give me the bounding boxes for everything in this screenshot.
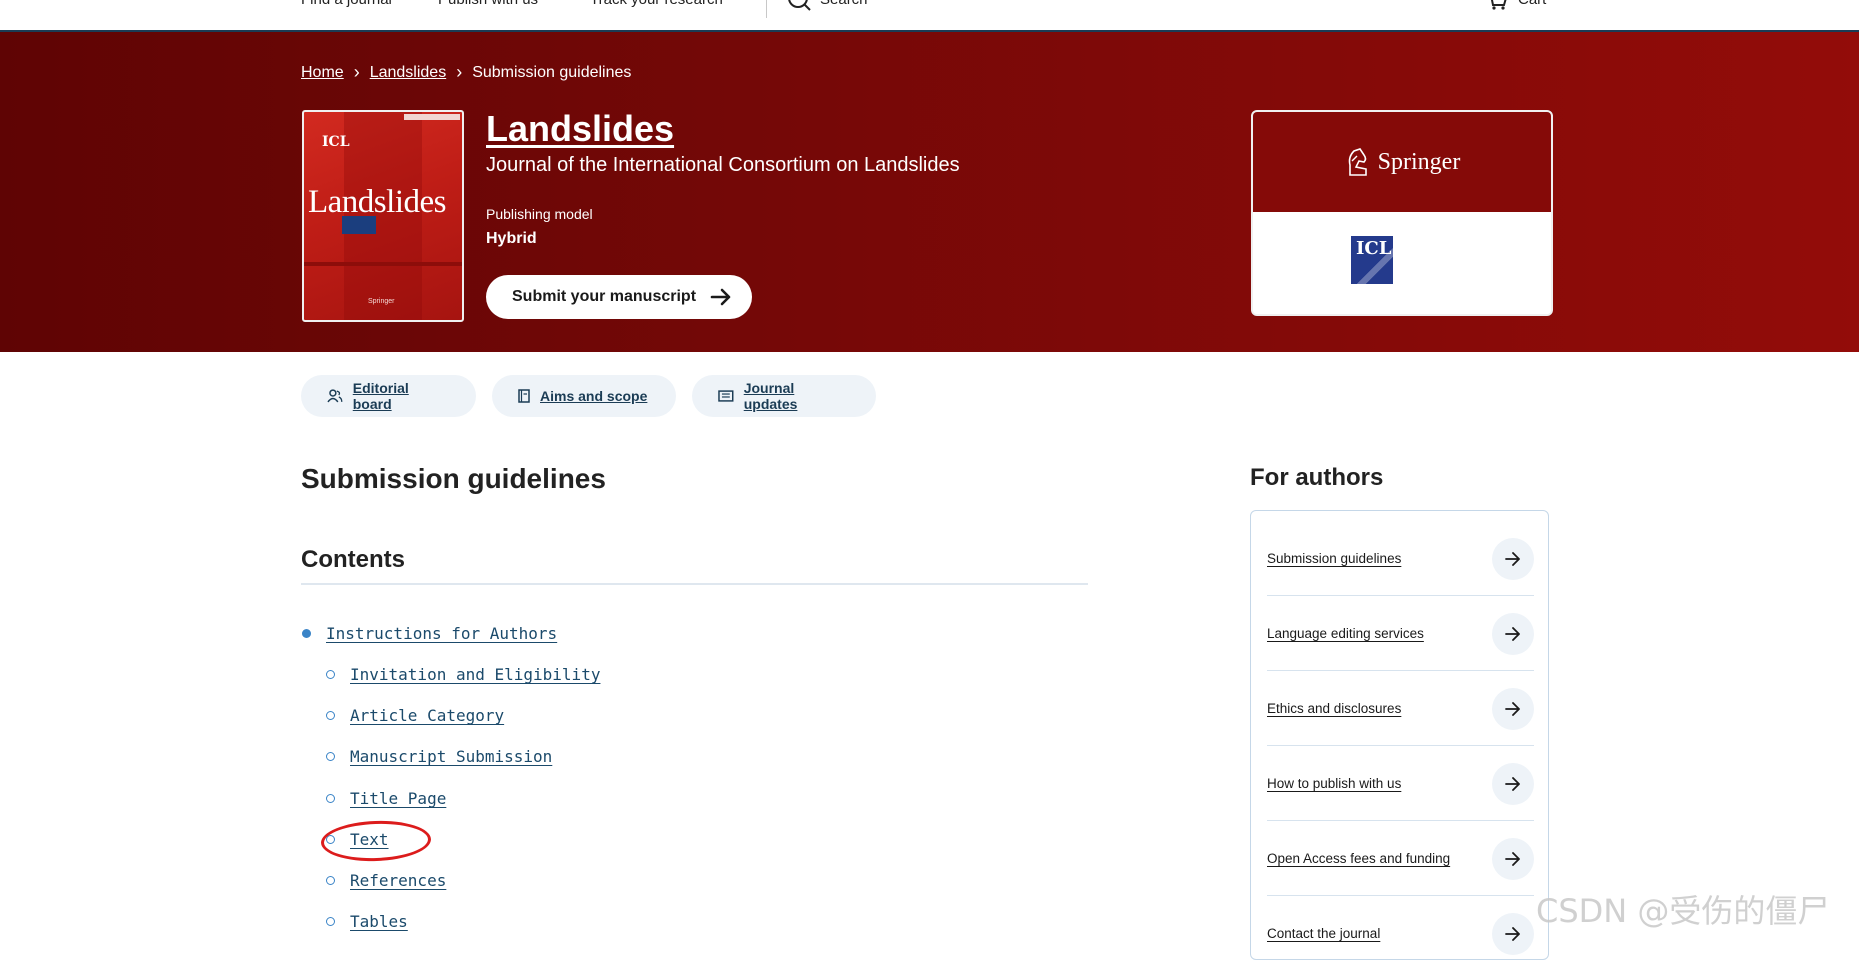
icl-logo: ICL — [1351, 236, 1393, 284]
nav-search[interactable]: Search — [820, 0, 868, 8]
sidebar-link-how-to-publish[interactable]: How to publish with us — [1267, 746, 1534, 821]
contents-divider — [301, 583, 1088, 585]
submit-manuscript-button[interactable]: Submit your manuscript — [486, 275, 752, 319]
arrow-right-icon — [1492, 913, 1534, 955]
sidebar-link-contact-journal[interactable]: Contact the journal — [1267, 896, 1534, 971]
toc-item-instructions-for-authors[interactable]: Instructions for Authors — [326, 624, 557, 643]
toc-bullet — [302, 629, 311, 638]
publishing-model-label: Publishing model — [486, 206, 593, 222]
breadcrumb-current: Submission guidelines — [472, 63, 632, 81]
arrow-right-icon — [1492, 763, 1534, 805]
publisher-logo-box[interactable]: Springer ICL — [1251, 110, 1553, 316]
journal-hero-banner: Home › Landslides › Submission guideline… — [0, 32, 1859, 352]
editorial-board-pill[interactable]: Editorial board — [301, 375, 476, 417]
sidebar-link-language-editing[interactable]: Language editing services — [1267, 596, 1534, 671]
people-icon — [327, 389, 343, 403]
arrow-right-icon — [710, 288, 731, 306]
toc-bullet — [326, 670, 335, 679]
sidebar-link-label: Contact the journal — [1267, 926, 1381, 941]
cart-icon[interactable] — [1486, 0, 1508, 15]
toc-item-references[interactable]: References — [350, 871, 446, 890]
arrow-right-icon — [1492, 538, 1534, 580]
journal-title[interactable]: Landslides — [486, 108, 674, 150]
sidebar-link-open-access-fees[interactable]: Open Access fees and funding — [1267, 821, 1534, 896]
sidebar-link-label: Language editing services — [1267, 626, 1424, 641]
nav-track-research[interactable]: Track your research — [590, 0, 723, 8]
toc-bullet — [326, 876, 335, 885]
sidebar-link-label: Open Access fees and funding — [1267, 851, 1451, 866]
aims-scope-pill[interactable]: Aims and scope — [492, 375, 676, 417]
pill-label: Aims and scope — [540, 388, 648, 404]
contents-heading: Contents — [301, 546, 405, 573]
toc-item-invitation-eligibility[interactable]: Invitation and Eligibility — [350, 665, 600, 684]
sidebar-link-label: How to publish with us — [1267, 776, 1402, 791]
cover-publisher: Springer — [368, 298, 395, 305]
toc-bullet — [326, 917, 335, 926]
pill-label: Editorial board — [352, 380, 409, 412]
toc-bullet — [326, 794, 335, 803]
publishing-model-value: Hybrid — [486, 230, 537, 247]
nav-publish-with-us[interactable]: Publish with us — [438, 0, 538, 8]
red-annotation-circle — [320, 819, 432, 863]
nav-cart[interactable]: Cart — [1518, 0, 1546, 8]
breadcrumb-home[interactable]: Home — [301, 64, 344, 82]
page-title: Submission guidelines — [301, 463, 606, 494]
toc-bullet — [326, 711, 335, 720]
for-authors-heading: For authors — [1250, 464, 1384, 491]
csdn-watermark: CSDN @受伤的僵尸 — [1536, 892, 1830, 930]
cover-top-strip — [404, 114, 460, 120]
chevron-right-icon: › — [456, 62, 463, 82]
journal-subtitle: Journal of the International Consortium … — [486, 154, 960, 176]
breadcrumb: Home › Landslides › Submission guideline… — [301, 62, 631, 83]
springer-horse-icon — [1348, 148, 1367, 176]
pill-label: Journal updates — [743, 380, 798, 412]
partner-logo-area: ICL — [1253, 212, 1551, 314]
sidebar-link-ethics[interactable]: Ethics and disclosures — [1267, 671, 1534, 746]
toc-item-tables[interactable]: Tables — [350, 912, 408, 931]
toc-item-manuscript-submission[interactable]: Manuscript Submission — [350, 747, 552, 766]
journal-cover-image: ICL Landslides Springer — [302, 110, 464, 322]
toc-item-article-category[interactable]: Article Category — [350, 706, 504, 725]
sidebar-link-label: Ethics and disclosures — [1267, 701, 1402, 716]
sidebar-link-label: Submission guidelines — [1267, 551, 1402, 566]
springer-logo-area: Springer — [1253, 112, 1551, 212]
toc-item-title-page[interactable]: Title Page — [350, 789, 446, 808]
cover-bar — [304, 262, 462, 266]
top-navigation-bar: Find a journal Publish with us Track you… — [0, 0, 1859, 32]
cover-logo: ICL — [322, 134, 350, 150]
book-icon — [518, 389, 530, 403]
springer-name: Springer — [1377, 148, 1461, 175]
nav-divider — [766, 0, 767, 18]
arrow-right-icon — [1492, 838, 1534, 880]
search-icon[interactable] — [788, 0, 812, 17]
journal-updates-pill[interactable]: Journal updates — [692, 375, 876, 417]
submit-manuscript-label: Submit your manuscript — [512, 288, 697, 305]
toc-bullet — [326, 752, 335, 761]
breadcrumb-journal[interactable]: Landslides — [370, 64, 447, 82]
nav-find-journal[interactable]: Find a journal — [301, 0, 392, 8]
newspaper-icon — [718, 390, 734, 402]
cover-title: Landslides — [308, 184, 446, 220]
chevron-right-icon: › — [353, 62, 360, 82]
arrow-right-icon — [1492, 613, 1534, 655]
arrow-right-icon — [1492, 688, 1534, 730]
for-authors-card: Submission guidelines Language editing s… — [1250, 510, 1549, 960]
sidebar-link-submission-guidelines[interactable]: Submission guidelines — [1267, 521, 1534, 596]
